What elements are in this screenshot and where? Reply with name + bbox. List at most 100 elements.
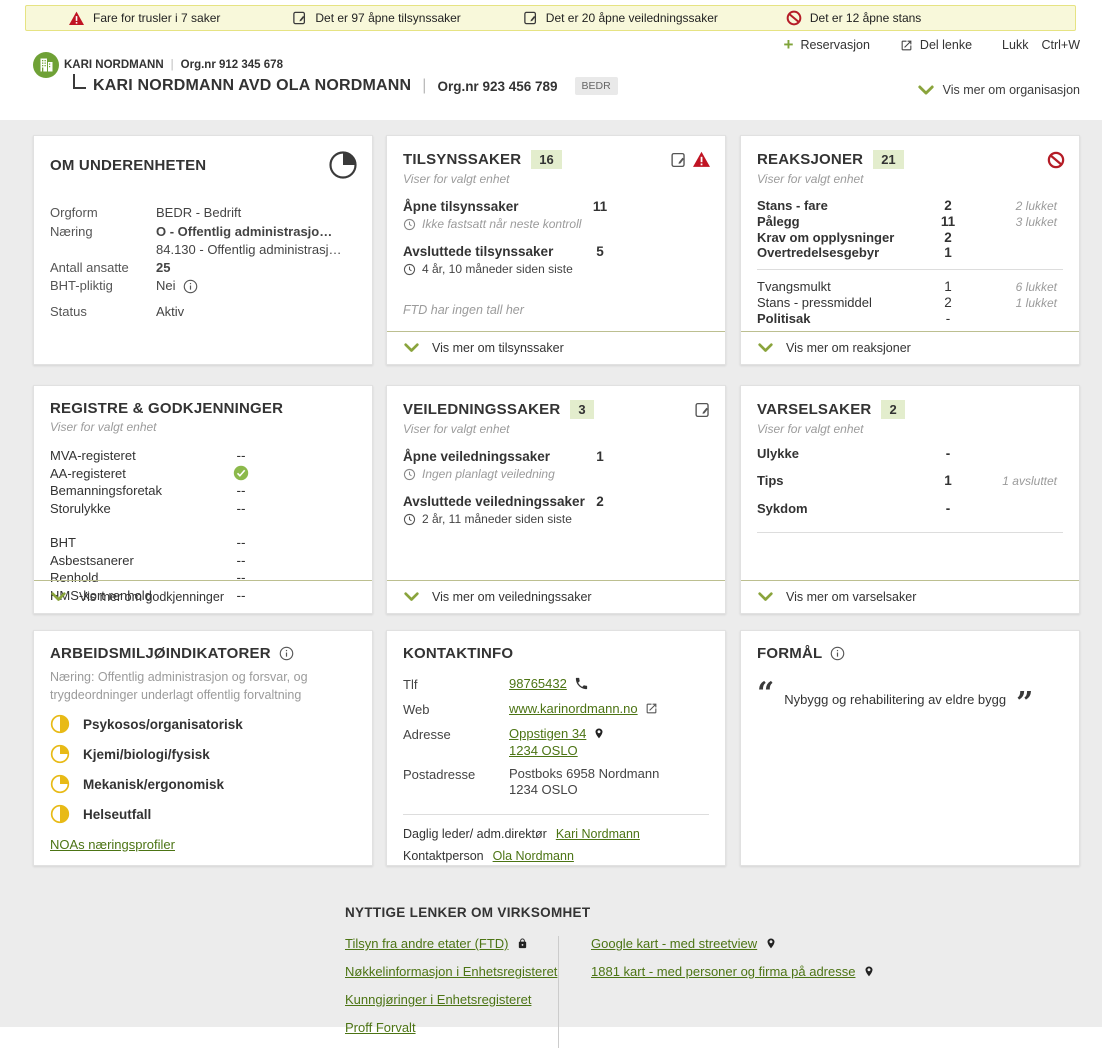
card-subtitle: Viser for valgt enhet xyxy=(741,169,1079,186)
indicator-psykososialt[interactable]: Psykosos/organisatorisk xyxy=(34,714,372,734)
field-label: Tlf xyxy=(403,676,509,692)
noa-profiles-link[interactable]: NOAs næringsprofiler xyxy=(50,837,175,852)
field-value: Nei xyxy=(156,277,176,296)
industry-description: Næring: Offentlig administrasjon og fors… xyxy=(34,662,372,704)
pin-icon xyxy=(593,726,605,741)
show-more-varselsaker[interactable]: Vis mer om varselsaker xyxy=(741,580,1079,613)
alert-open-veiledning[interactable]: Det er 20 åpne veiledningssaker xyxy=(523,10,718,26)
reaction-row: Overtredelsesgebyr1 xyxy=(741,245,1079,260)
card-formaal: FORMÅL “ Nybygg og rehabilitering av eld… xyxy=(740,630,1080,866)
card-subtitle: Viser for valgt enhet xyxy=(387,419,725,436)
indicator-helseutfall[interactable]: Helseutfall xyxy=(34,804,372,824)
address-city-link[interactable]: 1234 OSLO xyxy=(509,743,578,758)
reaction-row: Krav om opplysninger2 xyxy=(741,230,1079,245)
show-more-tilsynssaker[interactable]: Vis mer om tilsynssaker xyxy=(387,331,725,364)
register-row: MVA-registeret-- xyxy=(34,447,372,465)
pie-quarter-icon xyxy=(50,744,70,764)
row-label: Avsluttede tilsynssaker xyxy=(403,244,585,259)
card-title: ARBEIDSMILJØINDIKATORER xyxy=(50,645,271,662)
card-subtitle: Viser for valgt enhet xyxy=(387,169,725,186)
phone-icon xyxy=(574,676,589,691)
alert-open-tilsyn[interactable]: Det er 97 åpne tilsynssaker xyxy=(292,10,460,26)
naering-code: O - Offentlig administrasjo… xyxy=(156,223,341,241)
row-value: 2 xyxy=(585,494,615,509)
indicator-kjemi[interactable]: Kjemi/biologi/fysisk xyxy=(34,744,372,764)
register-row: BHT-- xyxy=(34,534,372,552)
website-link[interactable]: www.karinordmann.no xyxy=(509,701,638,716)
link-google-maps[interactable]: Google kart - med streetview xyxy=(591,936,875,951)
alert-threats[interactable]: Fare for trusler i 7 saker xyxy=(68,11,220,26)
field-label: BHT-pliktig xyxy=(50,277,156,296)
case-icon xyxy=(670,151,687,169)
card-kontaktinfo: KONTAKTINFO Tlf 98765432 Web www.karinor… xyxy=(386,630,726,866)
stop-icon xyxy=(1047,151,1065,169)
link-enhetsregister-info[interactable]: Nøkkelinformasjon i Enhetsregisteret xyxy=(345,964,558,979)
postal-address-line2: 1234 OSLO xyxy=(509,782,659,798)
info-icon[interactable] xyxy=(830,646,845,661)
quote-open-icon: “ xyxy=(757,684,774,704)
close-shortcut: Ctrl+W xyxy=(1041,38,1080,52)
show-more-godkjenninger[interactable]: Vis mer om godkjenninger xyxy=(34,580,372,613)
manager-link[interactable]: Kari Nordmann xyxy=(556,827,640,841)
lock-icon xyxy=(517,937,528,950)
alert-label: Fare for trusler i 7 saker xyxy=(93,11,220,25)
row-note: 4 år, 10 måneder siden siste xyxy=(422,262,573,276)
link-kunngjoringer[interactable]: Kunngjøringer i Enhetsregisteret xyxy=(345,992,558,1007)
show-more-organization[interactable]: Vis mer om organisasjon xyxy=(918,83,1080,97)
row-note: Ikke fastsatt når neste kontroll xyxy=(422,217,581,231)
card-title: KONTAKTINFO xyxy=(403,645,513,662)
indicator-mekanisk[interactable]: Mekanisk/ergonomisk xyxy=(34,774,372,794)
clock-icon xyxy=(403,468,416,481)
link-ftd[interactable]: Tilsyn fra andre etater (FTD) xyxy=(345,936,558,951)
parent-org-line[interactable]: KARI NORDMANN | Org.nr 912 345 678 xyxy=(64,59,283,71)
hierarchy-connector xyxy=(73,74,86,89)
chevron-down-icon xyxy=(404,343,419,353)
row-value: 5 xyxy=(585,244,615,259)
field-label: Kontaktperson xyxy=(403,849,484,863)
pie-half-icon xyxy=(50,804,70,824)
case-icon xyxy=(523,10,538,26)
card-title: VARSELSAKER xyxy=(757,401,871,418)
pin-icon xyxy=(863,964,875,979)
register-row: Storulykke-- xyxy=(34,500,372,518)
info-icon[interactable] xyxy=(183,279,198,294)
alert-open-stans[interactable]: Det er 12 åpne stans xyxy=(786,10,921,26)
field-label: Adresse xyxy=(403,726,509,742)
card-arbeidsmiljoindikatorer: ARBEIDSMILJØINDIKATORER Næring: Offentli… xyxy=(33,630,373,866)
pie-half-icon xyxy=(50,714,70,734)
reaction-row: Tvangsmulkt16 lukket xyxy=(741,279,1079,295)
chevron-down-icon xyxy=(51,592,66,602)
card-title: OM UNDERENHETEN xyxy=(50,157,206,174)
contact-person-link[interactable]: Ola Nordmann xyxy=(493,849,574,863)
unit-org-line: KARI NORDMANN AVD OLA NORDMANN | Org.nr … xyxy=(93,77,618,95)
naering-subcode: 84.130 - Offentlig administrasj… xyxy=(156,241,341,259)
close-button[interactable]: Lukk Ctrl+W xyxy=(1002,38,1080,52)
pie-quarter-icon xyxy=(50,774,70,794)
card-veiledningssaker: VEILEDNINGSSAKER 3 Viser for valgt enhet… xyxy=(386,385,726,614)
link-1881-maps[interactable]: 1881 kart - med personer og firma på adr… xyxy=(591,964,875,979)
case-icon xyxy=(292,10,307,26)
card-om-underenheten: OM UNDERENHETEN OrgformBEDR - Bedrift Næ… xyxy=(33,135,373,365)
card-subtitle: Viser for valgt enhet xyxy=(741,419,1079,436)
address-link[interactable]: Oppstigen 34 xyxy=(509,726,586,741)
reaction-row: Politisak- xyxy=(741,311,1079,326)
row-value: 1 xyxy=(585,449,615,464)
reaction-row: Stans - pressmiddel21 lukket xyxy=(741,295,1079,311)
alert-label: Det er 20 åpne veiledningssaker xyxy=(546,11,718,25)
card-title: REAKSJONER xyxy=(757,151,863,168)
status-value: Aktiv xyxy=(156,303,184,322)
reservation-button[interactable]: + Reservasjon xyxy=(784,38,870,52)
reaction-row: Pålegg113 lukket xyxy=(741,214,1079,230)
show-more-reaksjoner[interactable]: Vis mer om reaksjoner xyxy=(741,331,1079,364)
pin-icon xyxy=(765,936,777,951)
divider xyxy=(757,532,1063,533)
phone-link[interactable]: 98765432 xyxy=(509,676,567,691)
link-proff-forvalt[interactable]: Proff Forvalt xyxy=(345,1020,558,1035)
check-circle-icon xyxy=(233,465,249,481)
show-more-veiledningssaker[interactable]: Vis mer om veiledningssaker xyxy=(387,580,725,613)
share-link-button[interactable]: Del lenke xyxy=(900,38,972,52)
field-label: Daglig leder/ adm.direktør xyxy=(403,827,547,841)
info-icon[interactable] xyxy=(279,646,294,661)
count-badge: 16 xyxy=(531,150,561,169)
purpose-text: Nybygg og rehabilitering av eldre bygg xyxy=(784,684,1006,707)
